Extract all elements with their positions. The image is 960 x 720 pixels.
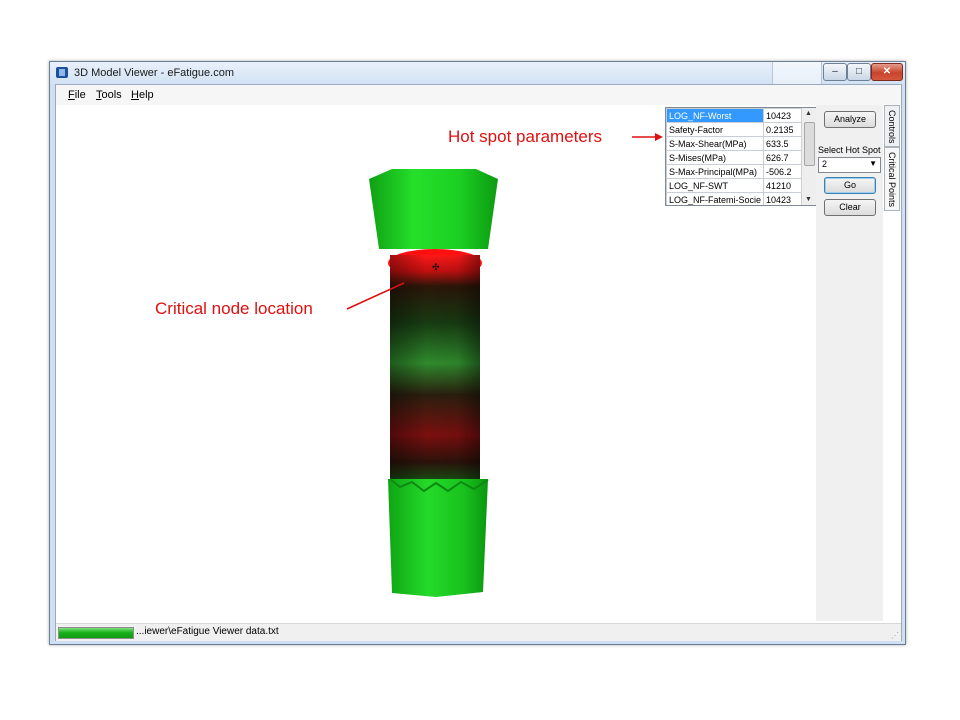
resize-grip-icon[interactable]: ⋰ <box>891 631 899 640</box>
status-file-path: ...iewer\eFatigue Viewer data.txt <box>136 626 279 637</box>
tab-controls[interactable]: Controls <box>884 105 900 147</box>
minimize-button[interactable]: – <box>823 63 847 81</box>
close-button[interactable]: ✕ <box>871 63 903 81</box>
tab-critical-points[interactable]: Critical Points <box>884 147 900 211</box>
lower-grip <box>388 479 488 597</box>
menu-file[interactable]: File <box>68 89 86 101</box>
grid-scrollbar[interactable]: ▲ ▼ <box>801 108 816 205</box>
shaft-shading <box>390 255 480 480</box>
maximize-button[interactable]: □ <box>847 63 871 81</box>
progress-bar <box>58 627 134 639</box>
grid-row[interactable]: S-Mises(MPa) 626.7 <box>666 150 808 165</box>
grid-row[interactable]: LOG_NF-Fatemi-Socie 10423 <box>666 192 808 205</box>
grid-row[interactable]: Safety-Factor 0.2135 <box>666 122 808 137</box>
menu-bar: File Tools Help <box>56 85 901 105</box>
tab-critical-points-label: Critical Points <box>887 152 897 208</box>
parameter-name-cell[interactable]: LOG_NF-SWT <box>666 178 765 193</box>
clear-button[interactable]: Clear <box>824 199 876 216</box>
chevron-down-icon[interactable]: ▼ <box>869 159 877 168</box>
parameter-name-cell[interactable]: S-Max-Principal(MPa) <box>666 164 765 179</box>
window-title: 3D Model Viewer - eFatigue.com <box>74 67 234 79</box>
go-button[interactable]: Go <box>824 177 876 194</box>
scroll-up-icon[interactable]: ▲ <box>805 110 812 117</box>
hot-spot-parameter-grid[interactable]: LOG_NF-Worst 10423 Safety-Factor 0.2135 S-Ma… <box>665 107 817 206</box>
parameter-name-cell[interactable]: S-Max-Shear(MPa) <box>666 136 765 151</box>
grid-row[interactable]: S-Max-Shear(MPa) 633.5 <box>666 136 808 151</box>
critical-points-panel: Analyze Select Hot Spot 2 ▼ Go Clear <box>816 105 883 621</box>
upper-grip <box>369 169 498 249</box>
grid-row[interactable]: S-Max-Principal(MPa) -506.2 <box>666 164 808 179</box>
hot-spot-annotation: Hot spot parameters <box>448 127 603 146</box>
background-window-fragment <box>772 62 822 85</box>
parameter-name-cell[interactable]: S-Mises(MPa) <box>666 150 765 165</box>
parameter-name-cell[interactable]: LOG_NF-Worst <box>666 108 765 123</box>
vertical-tab-strip: Controls Critical Points <box>883 105 901 621</box>
scroll-thumb[interactable] <box>804 122 815 166</box>
critical-node-marker[interactable]: ✣ <box>432 262 440 272</box>
menu-help[interactable]: Help <box>131 89 154 101</box>
parameter-name-cell[interactable]: Safety-Factor <box>666 122 765 137</box>
grid-row[interactable]: LOG_NF-SWT 41210 <box>666 178 808 193</box>
app-icon <box>56 67 68 78</box>
tab-controls-label: Controls <box>887 110 897 144</box>
select-hot-spot-label: Select Hot Spot <box>818 145 881 155</box>
parameter-name-cell[interactable]: LOG_NF-Fatemi-Socie <box>666 192 765 205</box>
progress-fill <box>59 628 133 638</box>
scroll-down-icon[interactable]: ▼ <box>805 196 812 203</box>
grid-row[interactable]: LOG_NF-Worst 10423 <box>666 108 808 123</box>
menu-tools[interactable]: Tools <box>96 89 122 101</box>
client-area: File Tools Help ✣ Hot spot parameters Cr… <box>55 84 902 641</box>
critical-node-annotation: Critical node location <box>155 299 313 318</box>
analyze-button[interactable]: Analyze <box>824 111 876 128</box>
app-window: 3D Model Viewer - eFatigue.com – □ ✕ Fil… <box>49 61 906 645</box>
status-bar: ...iewer\eFatigue Viewer data.txt ⋰ <box>56 623 901 641</box>
hot-spot-arrow-head <box>655 133 663 141</box>
hot-spot-select-value: 2 <box>822 159 828 169</box>
hot-spot-select[interactable]: 2 ▼ <box>818 157 881 173</box>
